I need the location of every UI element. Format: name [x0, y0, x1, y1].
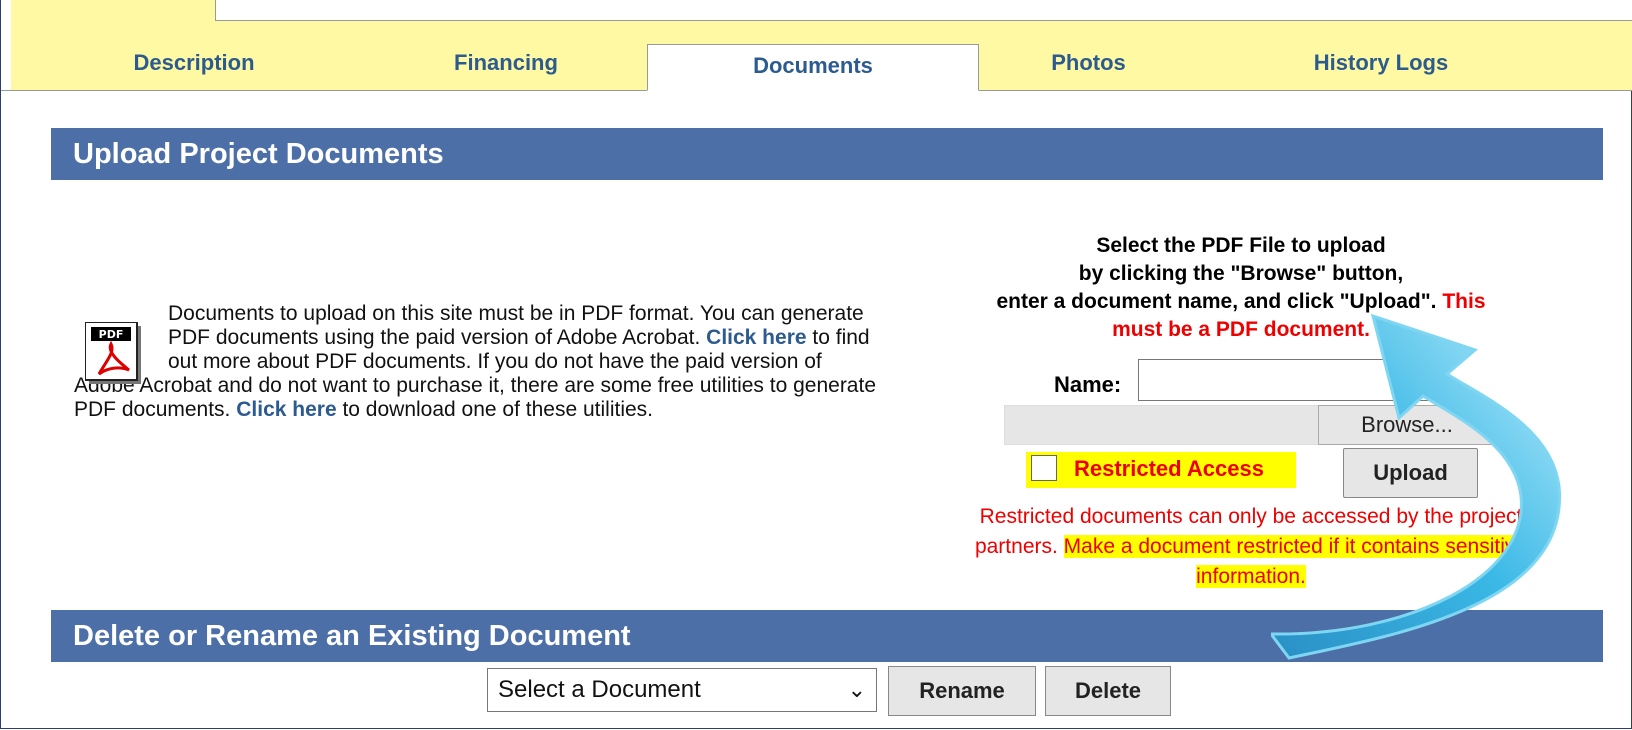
restricted-access-label[interactable]: Restricted Access [1074, 456, 1264, 482]
restricted-access-checkbox[interactable] [1031, 455, 1057, 481]
pdf-intro-text: Documents to upload on this site must be… [74, 302, 884, 422]
document-select[interactable]: Select a Document ⌄ [487, 668, 877, 712]
tab-bar: Description Financing Documents Photos H… [1, 42, 1632, 91]
rename-button[interactable]: Rename [888, 666, 1036, 716]
tab-financing[interactable]: Financing [401, 42, 611, 90]
tab-documents[interactable]: Documents [647, 44, 979, 91]
tab-description[interactable]: Description [89, 42, 299, 90]
chevron-down-icon: ⌄ [847, 677, 866, 702]
restricted-access-option: Restricted Access [1026, 452, 1296, 488]
tab-photos[interactable]: Photos [1001, 42, 1176, 90]
curved-arrow-icon [1271, 313, 1561, 660]
pdf-info-link[interactable]: Click here [706, 326, 806, 349]
pdf-utilities-link[interactable]: Click here [236, 398, 336, 421]
delete-button[interactable]: Delete [1045, 666, 1171, 716]
document-select-value: Select a Document [498, 676, 701, 703]
top-panel-edge [215, 0, 1632, 21]
instructions-line2: by clicking the "Browse" button, [1078, 262, 1404, 285]
page-frame: Description Financing Documents Photos H… [0, 0, 1632, 729]
upload-section-header: Upload Project Documents [51, 128, 1603, 180]
pdf-icon-text: PDF [99, 328, 124, 341]
name-label: Name: [1054, 372, 1122, 397]
tab-history-logs[interactable]: History Logs [1261, 42, 1501, 90]
instructions-line1: Select the PDF File to upload [1096, 234, 1386, 257]
intro-text-part3: to download one of these utilities. [336, 398, 653, 421]
pdf-file-icon: PDF [85, 322, 141, 384]
